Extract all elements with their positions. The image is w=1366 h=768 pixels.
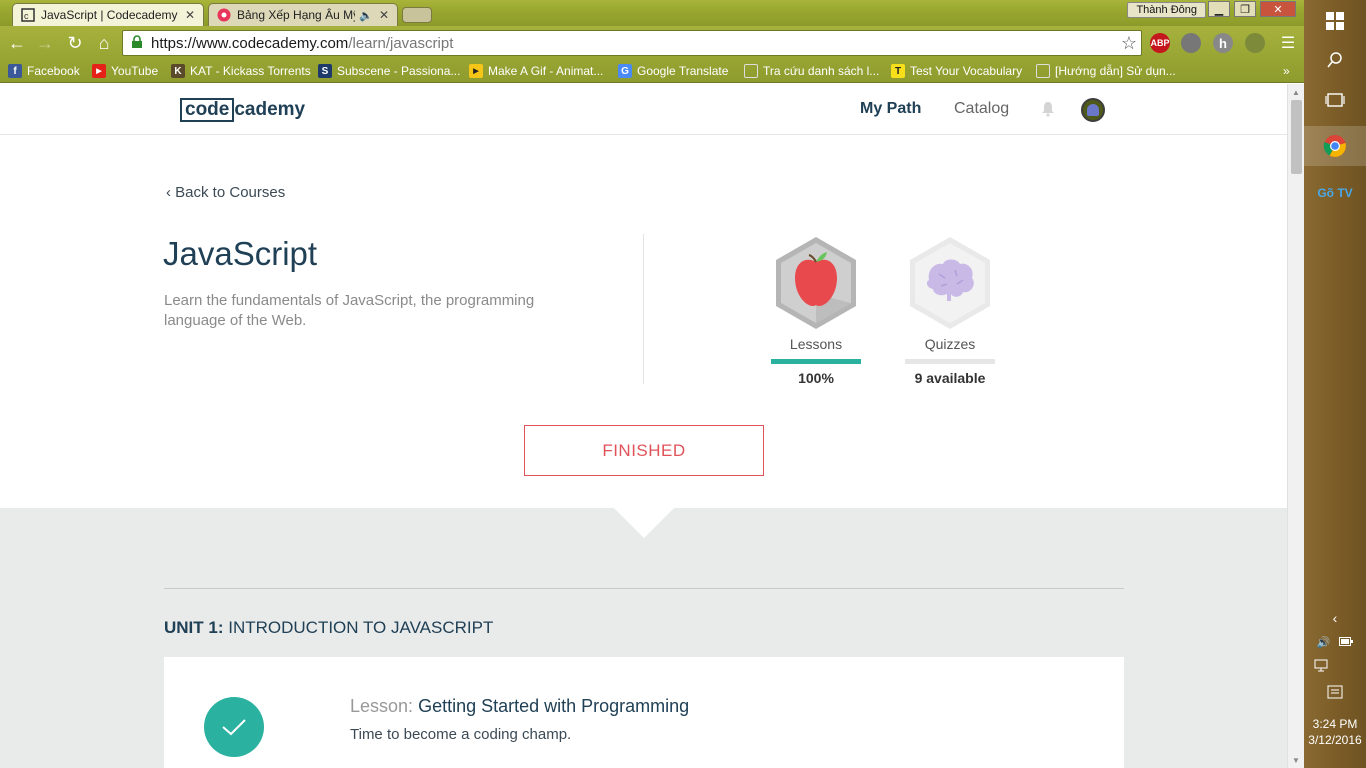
- bookmark-star-icon[interactable]: ☆: [1121, 33, 1137, 54]
- finished-button[interactable]: FINISHED: [524, 425, 764, 476]
- codecademy-logo[interactable]: code cademy: [180, 98, 305, 122]
- subscene-icon: S: [318, 64, 332, 78]
- lessons-progress-fill: [771, 359, 861, 364]
- lesson-card[interactable]: Lesson: Getting Started with Programming…: [164, 657, 1124, 768]
- windows-taskbar: Gõ TV ‹ 🔊 3:24 PM 3/12/2016: [1304, 0, 1366, 768]
- gotv-taskbar-icon[interactable]: Gõ TV: [1304, 178, 1366, 208]
- scroll-down-icon[interactable]: ▼: [1292, 756, 1300, 765]
- lesson-title[interactable]: Lesson: Getting Started with Programming: [350, 696, 689, 717]
- page-icon: [744, 64, 758, 78]
- bookmarks-bar: f Facebook ▶ YouTube K KAT - Kickass Tor…: [0, 59, 1304, 83]
- make-a-gif-icon: ▶: [469, 64, 483, 78]
- bookmark-test-vocabulary[interactable]: T Test Your Vocabulary: [891, 62, 1022, 80]
- tab-title: Bảng Xếp Hạng Âu Mỹ: [237, 8, 356, 22]
- completed-check-icon: [204, 697, 264, 757]
- apple-badge-icon: [771, 234, 861, 334]
- quizzes-bar: [905, 359, 995, 364]
- section-notch: [614, 508, 674, 538]
- scrollbar-thumb[interactable]: [1291, 100, 1302, 174]
- course-title: JavaScript: [163, 235, 318, 272]
- bookmark-huong-dan[interactable]: [Hướng dẫn] Sử dụn...: [1036, 62, 1176, 80]
- tab-bang-xep-hang[interactable]: Bảng Xếp Hạng Âu Mỹ 🔈 ✕: [208, 3, 398, 26]
- lessons-stat: Lessons 100%: [766, 234, 866, 386]
- back-to-courses-link[interactable]: ‹ Back to Courses: [166, 184, 285, 201]
- unit-heading: UNIT 1: INTRODUCTION TO JAVASCRIPT: [164, 618, 494, 637]
- nav-catalog[interactable]: Catalog: [954, 100, 1009, 118]
- divider: [164, 588, 1124, 589]
- site-header: code cademy My Path Catalog: [0, 84, 1287, 135]
- network-icon[interactable]: [1304, 656, 1366, 676]
- more-bookmarks-icon[interactable]: »: [1283, 62, 1290, 80]
- lesson-subtitle: Time to become a coding champ.: [350, 726, 572, 743]
- bookmark-youtube[interactable]: ▶ YouTube: [92, 62, 158, 80]
- divider: [643, 234, 644, 384]
- home-icon[interactable]: ⌂: [93, 32, 115, 54]
- bookmark-kat[interactable]: K KAT - Kickass Torrents: [171, 62, 311, 80]
- lessons-value: 100%: [798, 370, 834, 386]
- reload-icon[interactable]: ↻: [64, 32, 86, 54]
- quizzes-label: Quizzes: [924, 336, 976, 352]
- quizzes-stat: Quizzes 9 available: [900, 234, 1000, 386]
- search-icon[interactable]: [1304, 46, 1366, 74]
- speaker-icon: 🔈: [359, 9, 373, 22]
- quizzes-value: 9 available: [914, 370, 986, 386]
- bookmark-subscene[interactable]: S Subscene - Passiona...: [318, 62, 460, 80]
- windows-start-icon[interactable]: [1304, 6, 1366, 36]
- address-bar[interactable]: https://www.codecademy.com/learn/javascr…: [122, 30, 1142, 56]
- facebook-icon: f: [8, 64, 22, 78]
- chrome-taskbar-icon[interactable]: [1304, 126, 1366, 166]
- extension-icon[interactable]: [1245, 33, 1265, 53]
- svg-text:c: c: [24, 11, 29, 21]
- close-window-icon[interactable]: ✕: [1260, 1, 1296, 17]
- action-center-icon[interactable]: [1304, 682, 1366, 702]
- course-description: Learn the fundamentals of JavaScript, th…: [164, 292, 535, 329]
- page-icon: [1036, 64, 1050, 78]
- codecademy-favicon-icon: c: [21, 8, 35, 22]
- user-avatar[interactable]: [1081, 98, 1105, 122]
- volume-icon[interactable]: 🔊: [1317, 636, 1331, 649]
- title-bar: c JavaScript | Codecademy ✕ Bảng Xếp Hạn…: [0, 0, 1304, 26]
- google-translate-icon: G: [618, 64, 632, 78]
- bookmark-make-a-gif[interactable]: ▶ Make A Gif - Animat...: [469, 62, 603, 80]
- forward-arrow-icon[interactable]: →: [34, 32, 56, 54]
- extension-icon[interactable]: [1181, 33, 1201, 53]
- profile-button[interactable]: Thành Đông: [1127, 2, 1206, 18]
- youtube-icon: ▶: [92, 64, 106, 78]
- tab-codecademy[interactable]: c JavaScript | Codecademy ✕: [12, 3, 204, 26]
- chevron-left-icon: ‹: [166, 184, 176, 201]
- close-tab-icon[interactable]: ✕: [185, 8, 195, 22]
- music-favicon-icon: [217, 8, 231, 22]
- new-tab-button[interactable]: [402, 7, 432, 23]
- url-text: https://www.codecademy.com/learn/javascr…: [151, 34, 454, 52]
- notification-bell-icon[interactable]: [1040, 101, 1056, 117]
- nav-my-path[interactable]: My Path: [860, 100, 921, 118]
- bookmark-google-translate[interactable]: G Google Translate: [618, 62, 728, 80]
- close-tab-icon[interactable]: ✕: [379, 8, 389, 22]
- vocabulary-icon: T: [891, 64, 905, 78]
- minimize-icon[interactable]: ▁: [1208, 1, 1230, 17]
- system-tray: 🔊: [1304, 632, 1366, 652]
- page-viewport: code cademy My Path Catalog ‹ Back to Cou…: [0, 84, 1287, 768]
- brain-badge-icon: [905, 234, 995, 334]
- battery-icon[interactable]: [1339, 633, 1354, 651]
- clock[interactable]: 3:24 PM 3/12/2016: [1304, 716, 1366, 748]
- lessons-label: Lessons: [789, 336, 843, 352]
- restore-icon[interactable]: ❐: [1234, 1, 1256, 17]
- bookmark-tra-cuu[interactable]: Tra cứu danh sách l...: [744, 62, 879, 80]
- tab-title: JavaScript | Codecademy: [41, 8, 178, 22]
- task-view-icon[interactable]: [1304, 86, 1366, 114]
- browser-window: c JavaScript | Codecademy ✕ Bảng Xếp Hạn…: [0, 0, 1304, 768]
- scroll-up-icon[interactable]: ▲: [1292, 88, 1300, 97]
- lessons-progress-bar: [771, 359, 861, 364]
- lock-icon: [127, 34, 147, 52]
- kat-icon: K: [171, 64, 185, 78]
- browser-toolbar: ← → ↻ ⌂ https://www.codecademy.com/learn…: [0, 26, 1304, 59]
- bookmark-facebook[interactable]: f Facebook: [8, 62, 80, 80]
- adblock-plus-icon[interactable]: ABP: [1150, 33, 1170, 53]
- back-arrow-icon[interactable]: ←: [6, 32, 28, 54]
- page-scrollbar[interactable]: ▲ ▼: [1287, 84, 1304, 768]
- chevron-left-icon[interactable]: ‹: [1304, 608, 1366, 628]
- menu-icon[interactable]: ☰: [1277, 32, 1299, 54]
- honey-extension-icon[interactable]: h: [1213, 33, 1233, 53]
